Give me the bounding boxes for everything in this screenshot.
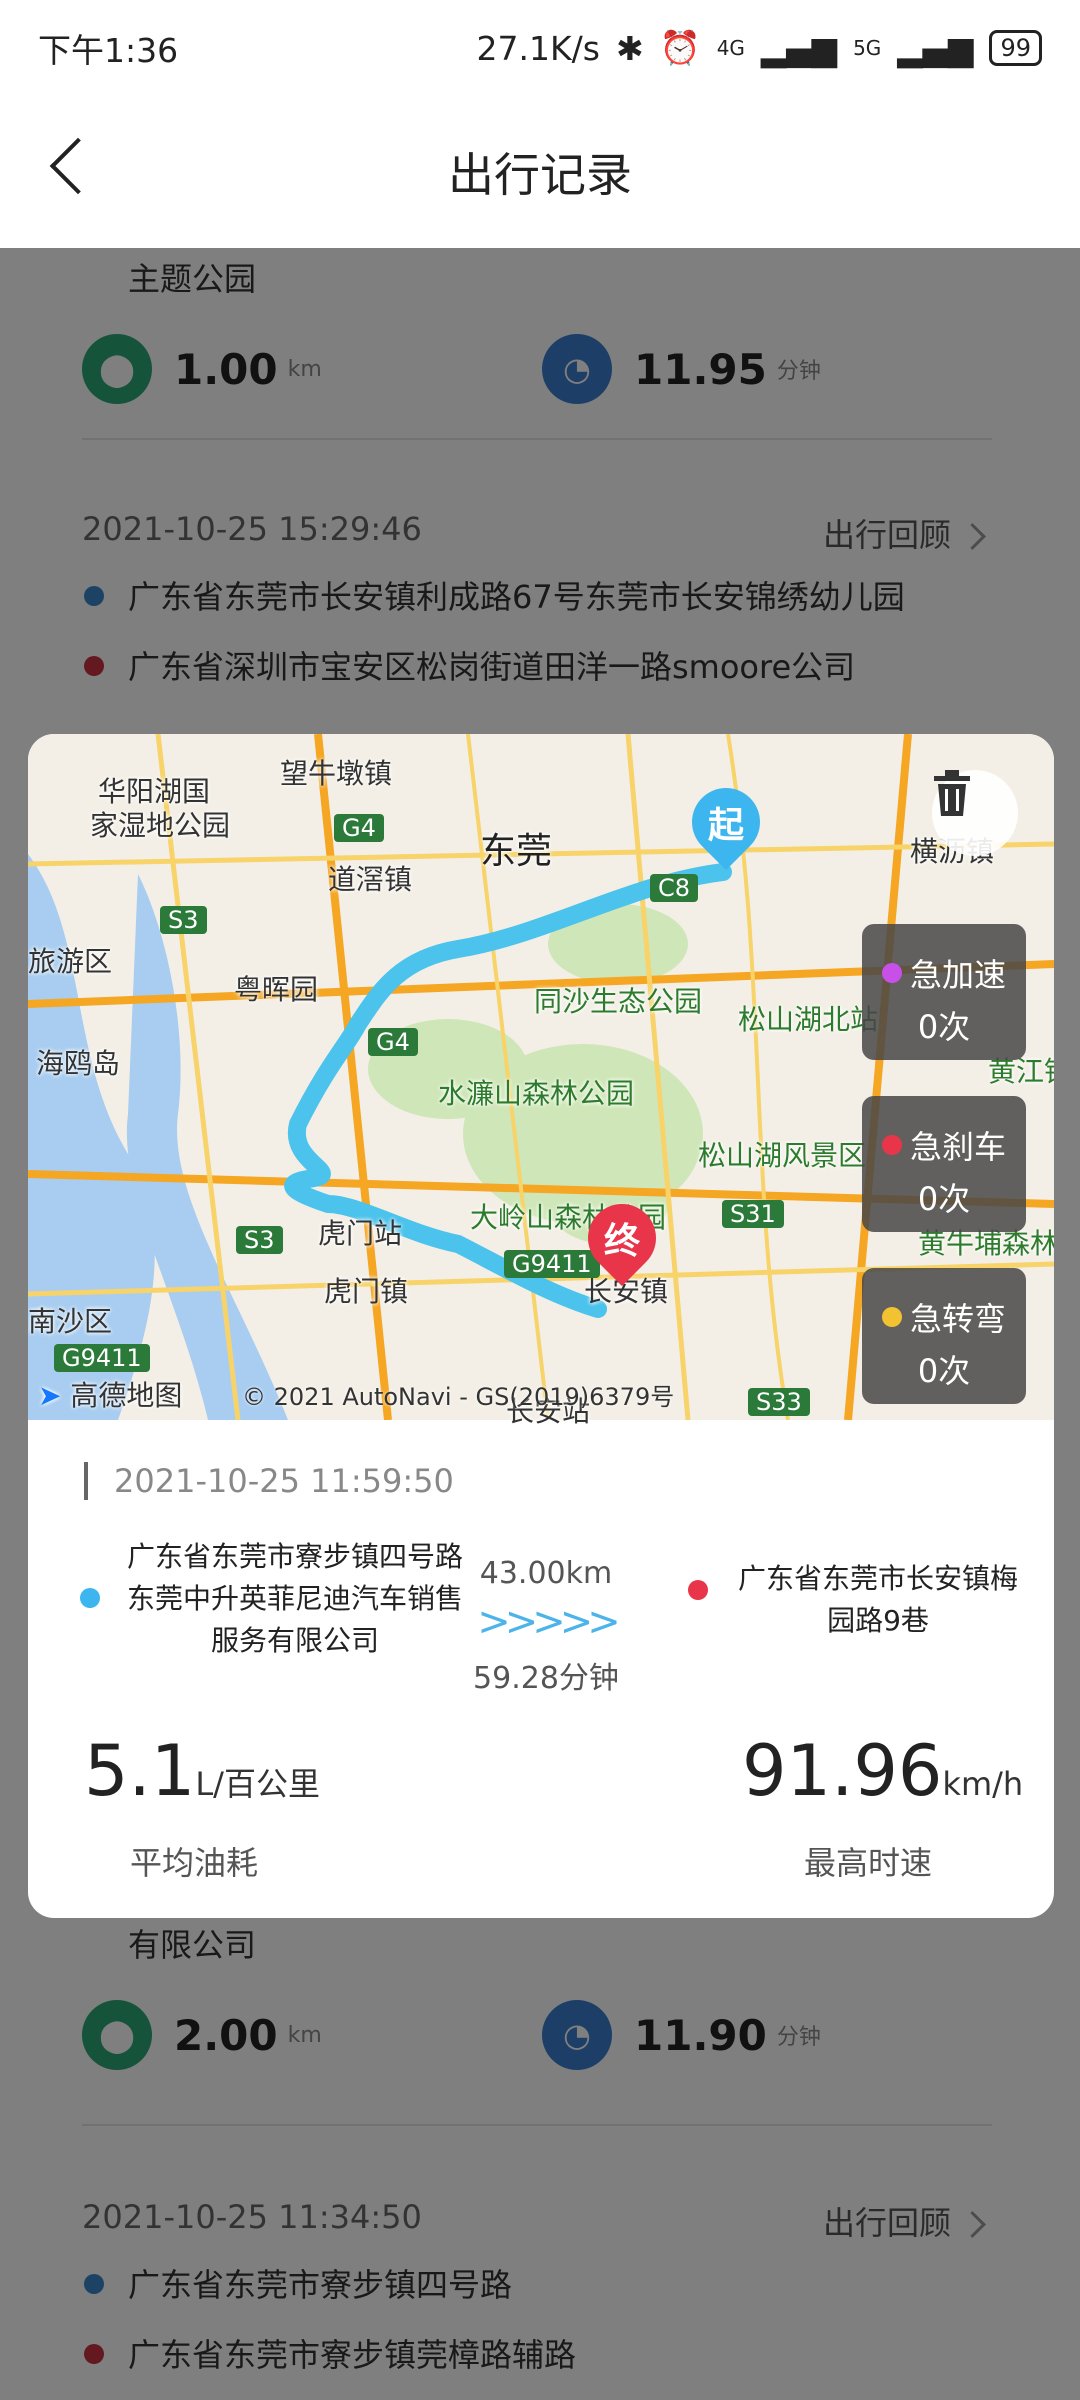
avg-fuel: 5.1L/百公里 <box>84 1730 320 1812</box>
max-speed-unit: km/h <box>942 1765 1024 1803</box>
route-map[interactable]: 东莞 华阳湖国 家湿地公园 望牛墩镇 道滘镇 粤晖园 旅游区 海鸥岛 同沙生态公… <box>28 734 1054 1428</box>
road-badge: C8 <box>650 874 699 902</box>
map-label: 南沙区 <box>28 1305 113 1338</box>
road-badge: G4 <box>334 814 384 842</box>
map-label: 旅游区 <box>28 945 113 978</box>
end-address: 广东省东莞市长安镇梅园路9巷 <box>688 1558 1028 1642</box>
trip-date: 2021-10-25 11:59:50 <box>84 1462 454 1500</box>
road-badge: S3 <box>236 1226 283 1254</box>
back-arrow-icon[interactable] <box>49 137 107 195</box>
map-label: 家湿地公园 <box>90 809 231 842</box>
map-label: 东莞 <box>480 831 553 872</box>
status-icons: 27.1K/s ✱ ⏰ 4G ▂▄▆ 5G ▂▄▆ 99 <box>477 28 1042 68</box>
max-speed-value: 91.96 <box>742 1730 943 1812</box>
event-count: 0次 <box>917 1180 971 1218</box>
road-badge: S33 <box>748 1388 810 1416</box>
map-label: 松山湖风景区 <box>698 1139 867 1172</box>
map-label: 海鸥岛 <box>36 1047 121 1080</box>
road-badge: S31 <box>722 1200 784 1228</box>
map-label: 粤晖园 <box>234 973 319 1006</box>
map-label: 松山湖北站 <box>738 1003 879 1036</box>
event-sharp-turn: 急转弯 0次 <box>862 1268 1026 1404</box>
road-badge: G4 <box>368 1028 418 1056</box>
trip-detail-dialog: 东莞 华阳湖国 家湿地公园 望牛墩镇 道滘镇 粤晖园 旅游区 海鸥岛 同沙生态公… <box>28 734 1054 1918</box>
start-dot-icon <box>80 1588 100 1608</box>
trip-distance-duration: 43.00km >>>>> 59.28分钟 <box>446 1556 646 1697</box>
map-label: 望牛墩镇 <box>280 757 393 790</box>
trip-summary: 2021-10-25 11:59:50 广东省东莞市寮步镇四号路东莞中升英菲尼迪… <box>28 1420 1054 1918</box>
map-label: 虎门站 <box>318 1217 403 1250</box>
map-label: 水濂山森林公园 <box>438 1077 635 1110</box>
trip-duration: 59.28分钟 <box>473 1661 619 1696</box>
app-header: 出行记录 <box>0 96 1080 248</box>
amap-arrow-icon: ➤ <box>38 1379 62 1412</box>
max-speed: 91.96km/h <box>742 1730 1023 1812</box>
avg-fuel-unit: L/百公里 <box>195 1765 320 1803</box>
network-5g-label: 5G <box>853 36 882 60</box>
page-title: 出行记录 <box>448 148 632 202</box>
amap-logo: ➤ 高德地图 <box>38 1379 183 1412</box>
road-badge: S3 <box>160 906 207 934</box>
map-label: 虎门镇 <box>324 1275 409 1308</box>
status-time: 下午1:36 <box>38 31 179 70</box>
trash-icon[interactable] <box>932 770 1018 856</box>
start-address: 广东省东莞市寮步镇四号路东莞中升英菲尼迪汽车销售服务有限公司 <box>80 1536 470 1662</box>
event-count: 0次 <box>917 1008 971 1046</box>
brake-dot-icon <box>881 1135 902 1155</box>
trip-distance: 43.00km <box>479 1556 613 1591</box>
event-hard-brake: 急刹车 0次 <box>862 1096 1026 1232</box>
battery-indicator: 99 <box>989 30 1042 66</box>
road-badge: G9411 <box>54 1344 150 1372</box>
event-count: 0次 <box>917 1352 971 1390</box>
status-bar: 下午1:36 27.1K/s ✱ ⏰ 4G ▂▄▆ 5G ▂▄▆ 99 <box>0 0 1080 96</box>
map-copyright: © 2021 AutoNavi - GS(2019)6379号 <box>242 1383 675 1411</box>
network-4g-label: 4G <box>716 36 745 60</box>
end-dot-icon <box>688 1580 708 1600</box>
event-rapid-accel: 急加速 0次 <box>862 924 1026 1060</box>
alarm-icon: ⏰ <box>659 28 701 67</box>
map-label: 同沙生态公园 <box>534 985 703 1018</box>
network-speed: 27.1K/s <box>476 28 600 68</box>
bluetooth-icon: ✱ <box>615 28 644 68</box>
accel-dot-icon <box>881 963 902 983</box>
direction-arrows-icon: >>>>> <box>477 1599 621 1645</box>
turn-dot-icon <box>881 1307 902 1327</box>
map-label: 道滘镇 <box>328 863 413 896</box>
max-speed-label: 最高时速 <box>804 1844 933 1882</box>
avg-fuel-value: 5.1 <box>84 1730 196 1812</box>
signal-icon: ▂▄▆ <box>760 28 838 68</box>
road-badge: G9411 <box>504 1250 600 1278</box>
avg-fuel-label: 平均油耗 <box>130 1844 259 1882</box>
signal-icon: ▂▄▆ <box>897 28 974 68</box>
